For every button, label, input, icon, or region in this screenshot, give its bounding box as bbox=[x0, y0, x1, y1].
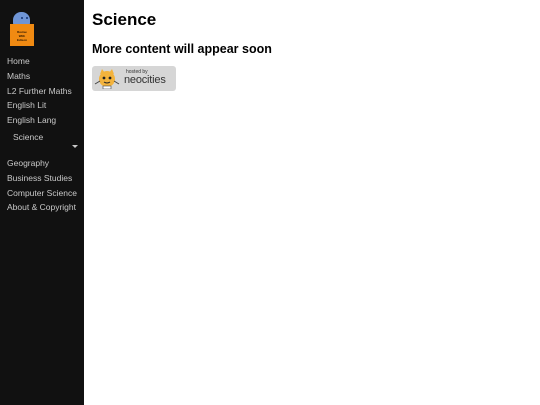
nav-link-geography[interactable]: Geography bbox=[0, 156, 84, 171]
nav-link-english-lang[interactable]: English Lang bbox=[0, 113, 84, 128]
neocities-badge[interactable]: hosted by neocities bbox=[92, 66, 176, 91]
nav-link-about-copyright[interactable]: About & Copyright bbox=[0, 200, 84, 215]
page-subtitle: More content will appear soon bbox=[92, 42, 272, 56]
nav-link-business-studies[interactable]: Business Studies bbox=[0, 171, 84, 186]
badge-brand-text: neocities bbox=[124, 74, 166, 86]
nav-dropdown-science[interactable]: Science bbox=[0, 128, 84, 152]
main-content: Science More content will appear soon bbox=[92, 10, 272, 57]
logo-text-line-3: Edison bbox=[16, 38, 27, 42]
nav-link-home[interactable]: Home bbox=[0, 54, 84, 69]
nav-link-english-lit[interactable]: English Lit bbox=[0, 98, 84, 113]
sidebar: Revise With Edison Home Maths L2 Further… bbox=[0, 0, 84, 405]
sidebar-nav: Home Maths L2 Further Maths English Lit … bbox=[0, 52, 84, 215]
nav-link-maths[interactable]: Maths bbox=[0, 69, 84, 84]
neocities-cat-icon bbox=[94, 69, 120, 89]
page-title: Science bbox=[92, 10, 157, 29]
nav-link-l2-further-maths[interactable]: L2 Further Maths bbox=[0, 84, 84, 99]
logo-book: Revise With Edison bbox=[10, 24, 34, 46]
nav-dropdown-label: Science bbox=[13, 131, 44, 142]
caret-down-icon[interactable] bbox=[72, 144, 78, 148]
nav-link-computer-science[interactable]: Computer Science bbox=[0, 186, 84, 201]
site-logo[interactable]: Revise With Edison bbox=[10, 12, 34, 46]
